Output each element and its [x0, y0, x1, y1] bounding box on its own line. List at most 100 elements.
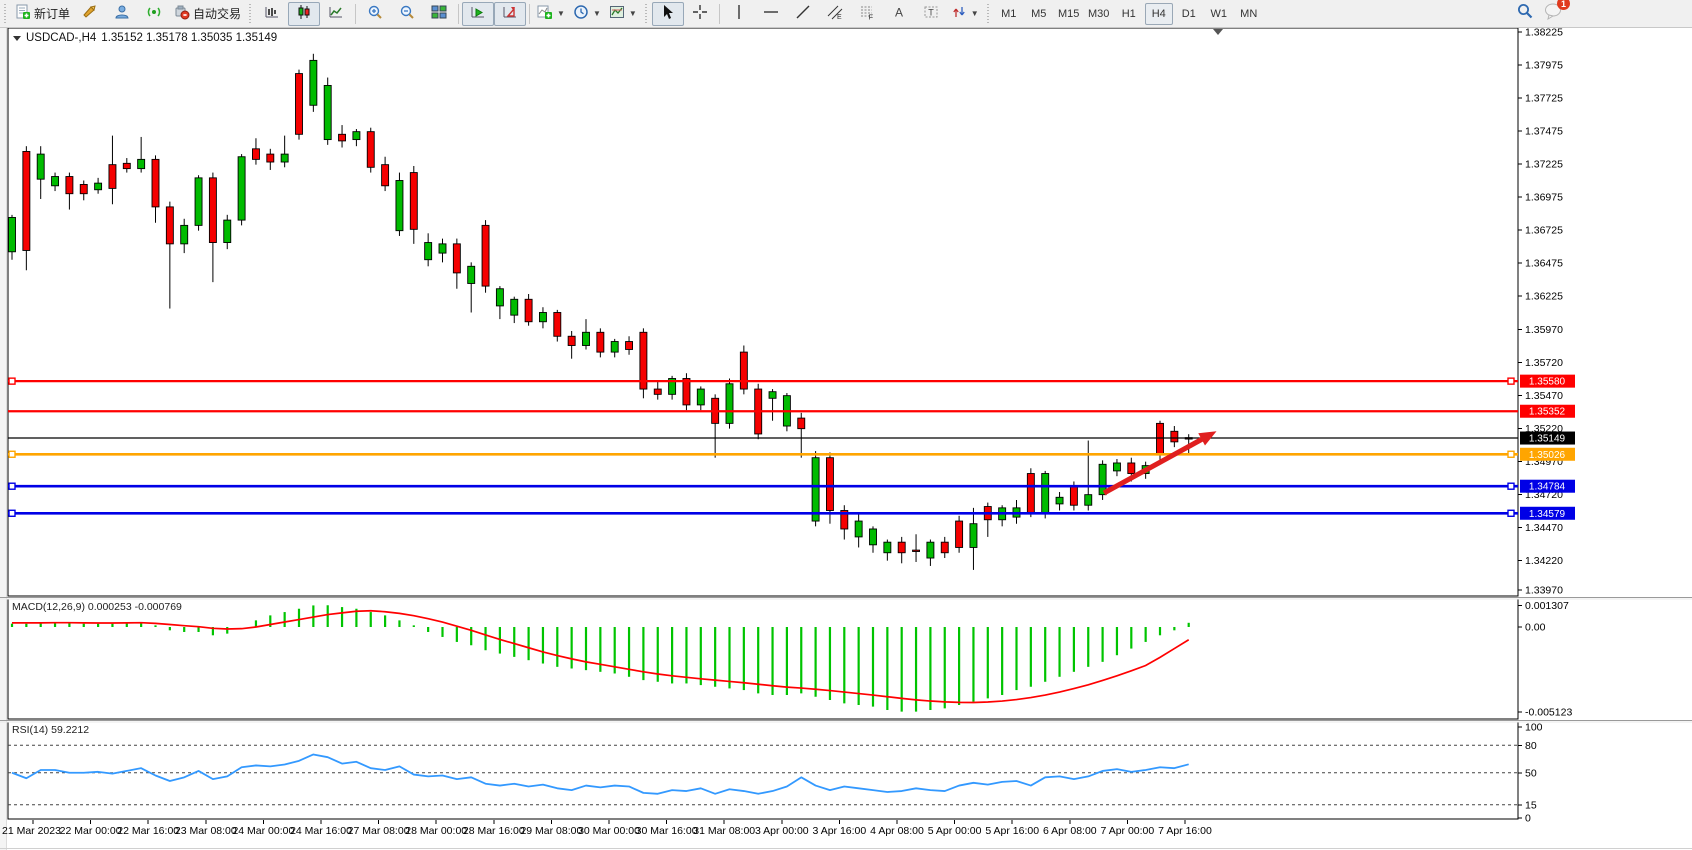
text-label-tool-button[interactable]: T [915, 2, 947, 26]
svg-text:1.36975: 1.36975 [1525, 192, 1563, 204]
text-tool-button[interactable]: A [883, 2, 915, 26]
templates-icon [609, 4, 625, 23]
svg-text:5 Apr 16:00: 5 Apr 16:00 [985, 825, 1039, 837]
chart-canvas[interactable]: 1.382251.379751.377251.374751.372251.369… [0, 0, 1692, 850]
line-chart-mode-button[interactable] [320, 2, 352, 26]
svg-text:1.33970: 1.33970 [1525, 585, 1563, 597]
vertical-line-icon [731, 4, 747, 23]
auto-scroll-button[interactable] [462, 2, 494, 26]
svg-text:5 Apr 00:00: 5 Apr 00:00 [928, 825, 982, 837]
candlestick-mode-button[interactable] [288, 2, 320, 26]
svg-text:23 Mar 08:00: 23 Mar 08:00 [175, 825, 237, 837]
svg-text:80: 80 [1525, 740, 1537, 752]
periods-button[interactable]: ▼ [569, 2, 605, 26]
chevron-down-icon[interactable]: ▼ [971, 9, 979, 18]
mt4-terminal-window: { "toolbar": { "new_order_label": "新订单",… [0, 0, 1692, 850]
svg-text:100: 100 [1525, 722, 1543, 734]
svg-text:22 Mar 00:00: 22 Mar 00:00 [60, 825, 122, 837]
svg-text:29 Mar 08:00: 29 Mar 08:00 [520, 825, 582, 837]
svg-text:7 Apr 00:00: 7 Apr 00:00 [1101, 825, 1155, 837]
tab-timeframe-m30[interactable]: M30 [1085, 3, 1113, 25]
tab-timeframe-h1[interactable]: H1 [1115, 3, 1143, 25]
price-axis[interactable]: 1.382251.379751.377251.374751.372251.369… [1518, 27, 1572, 825]
svg-text:24 Mar 16:00: 24 Mar 16:00 [290, 825, 352, 837]
fibonacci-icon: F [859, 4, 875, 23]
svg-text:3 Apr 00:00: 3 Apr 00:00 [755, 825, 809, 837]
toolbar-drag-handle[interactable] [3, 4, 8, 24]
auto-trading-icon [174, 4, 190, 23]
rsi-indicator-label: RSI(14) 59.2212 [12, 724, 89, 736]
trendline-tool-button[interactable] [787, 2, 819, 26]
line-chart-icon [328, 4, 344, 23]
tab-timeframe-d1[interactable]: D1 [1175, 3, 1203, 25]
vertical-line-tool-button[interactable] [723, 2, 755, 26]
macd-main-value: 0.000253 [88, 601, 132, 613]
chart-shift-button[interactable] [494, 2, 526, 26]
chart-title: USDCAD-,H4 1.35152 1.35178 1.35035 1.351… [13, 32, 277, 44]
channel-icon: E [827, 4, 843, 23]
svg-text:6 Apr 08:00: 6 Apr 08:00 [1043, 825, 1097, 837]
arrows-tool-button[interactable]: ▼ [947, 2, 983, 26]
accounts-button[interactable] [106, 2, 138, 26]
chevron-down-icon[interactable]: ▼ [557, 9, 565, 18]
macd-indicator-label: MACD(12,26,9) 0.000253 -0.000769 [12, 601, 182, 613]
tab-timeframe-m1[interactable]: M1 [995, 3, 1023, 25]
svg-text:1.36475: 1.36475 [1525, 258, 1563, 270]
svg-text:7 Apr 16:00: 7 Apr 16:00 [1158, 825, 1212, 837]
signals-button[interactable] [138, 2, 170, 26]
svg-text:21 Mar 2023: 21 Mar 2023 [2, 825, 61, 837]
zoom-out-button[interactable] [391, 2, 423, 26]
svg-text:0.00: 0.00 [1525, 622, 1546, 634]
new-order-button[interactable]: 新订单 [11, 2, 74, 26]
tab-timeframe-m15[interactable]: M15 [1055, 3, 1083, 25]
tab-timeframe-h4[interactable]: H4 [1145, 3, 1173, 25]
equidistant-channel-tool-button[interactable]: E [819, 2, 851, 26]
svg-text:F: F [868, 13, 873, 21]
svg-text:1.36225: 1.36225 [1525, 291, 1563, 303]
templates-button[interactable]: ▼ [605, 2, 641, 26]
svg-text:1.37975: 1.37975 [1525, 60, 1563, 72]
collapse-quote-icon[interactable] [13, 36, 21, 41]
chevron-down-icon[interactable]: ▼ [593, 9, 601, 18]
tab-timeframe-m5[interactable]: M5 [1025, 3, 1053, 25]
svg-text:28 Mar 00:00: 28 Mar 00:00 [405, 825, 467, 837]
svg-text:1.35470: 1.35470 [1525, 390, 1563, 402]
tab-timeframe-w1[interactable]: W1 [1205, 3, 1233, 25]
zoom-in-button[interactable] [359, 2, 391, 26]
auto-trading-button[interactable]: 自动交易 [170, 2, 245, 26]
market-watch-button[interactable] [74, 2, 106, 26]
bar-chart-icon [264, 4, 280, 23]
chevron-down-icon[interactable]: ▼ [629, 9, 637, 18]
macd-name: MACD(12,26,9) [12, 601, 85, 613]
svg-text:1.38225: 1.38225 [1525, 27, 1563, 39]
fibonacci-tool-button[interactable]: F [851, 2, 883, 26]
rsi-name: RSI(14) [12, 724, 48, 736]
toolbar-drag-handle[interactable] [644, 4, 649, 24]
toolbar-drag-handle[interactable] [986, 4, 991, 24]
cursor-tool-button[interactable] [652, 2, 684, 26]
search-icon[interactable] [1516, 2, 1534, 25]
horizontal-line-tool-button[interactable] [755, 2, 787, 26]
main-toolbar: 新订单 自动交易 [0, 0, 1692, 28]
bar-chart-mode-button[interactable] [256, 2, 288, 26]
svg-text:1.35149: 1.35149 [1529, 434, 1566, 445]
timeframe-group: M1M5M15M30H1H4D1W1MN [994, 3, 1264, 25]
cursor-icon [660, 4, 676, 23]
tile-windows-icon [431, 4, 447, 23]
notifications-icon[interactable]: 1 [1544, 2, 1564, 25]
crosshair-tool-button[interactable] [684, 2, 716, 26]
zoom-out-icon [399, 4, 415, 23]
tab-timeframe-mn[interactable]: MN [1235, 3, 1263, 25]
svg-text:1.37225: 1.37225 [1525, 159, 1563, 171]
svg-text:3 Apr 16:00: 3 Apr 16:00 [813, 825, 867, 837]
svg-text:28 Mar 16:00: 28 Mar 16:00 [463, 825, 525, 837]
time-axis[interactable]: 21 Mar 202322 Mar 00:0022 Mar 16:0023 Ma… [2, 820, 1212, 837]
indicators-button[interactable]: ▼ [533, 2, 569, 26]
horizontal-line-icon [763, 4, 779, 23]
toolbar-drag-handle[interactable] [248, 4, 253, 24]
svg-text:1.34470: 1.34470 [1525, 522, 1563, 534]
chart-shift-icon [502, 4, 518, 23]
user-icon [114, 4, 130, 23]
svg-text:1.35970: 1.35970 [1525, 324, 1563, 336]
tile-windows-button[interactable] [423, 2, 455, 26]
